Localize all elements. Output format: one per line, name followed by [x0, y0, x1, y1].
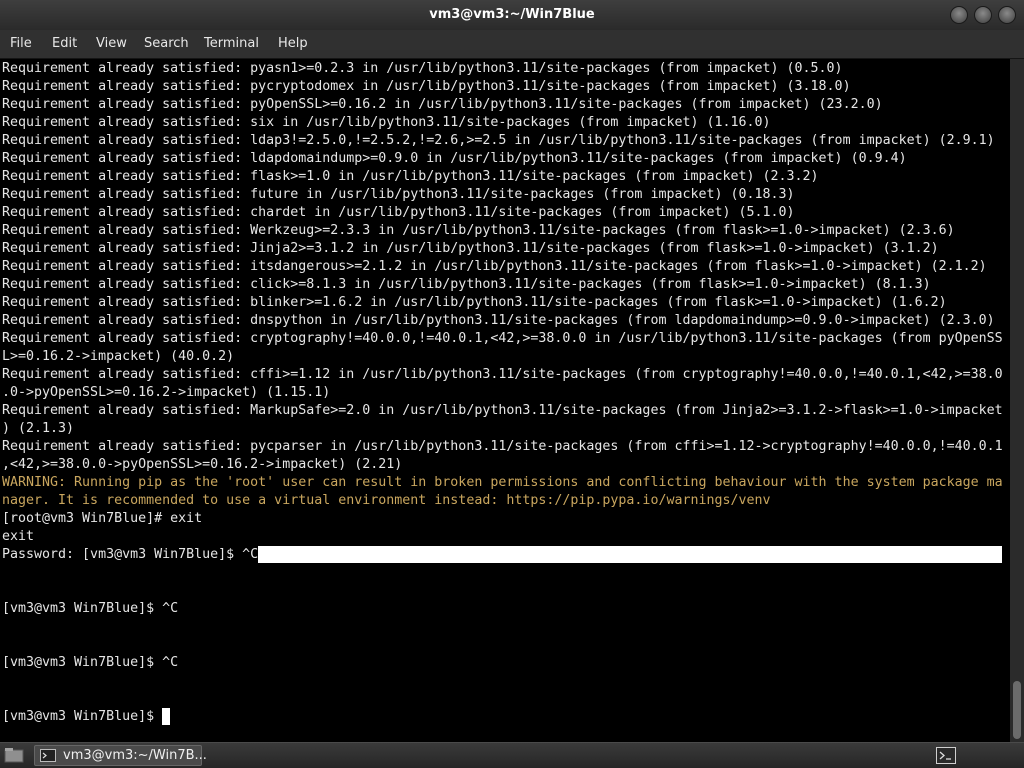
- terminal-icon: [40, 749, 56, 762]
- maximize-icon[interactable]: [974, 6, 992, 24]
- minimize-icon[interactable]: [950, 6, 968, 24]
- terminal-line: Requirement already satisfied: itsdanger…: [2, 259, 987, 274]
- terminal-line: Requirement already satisfied: ldapdomai…: [2, 151, 907, 166]
- terminal-line: Requirement already satisfied: Jinja2>=3…: [2, 241, 939, 256]
- terminal-line: Requirement already satisfied: MarkupSaf…: [2, 403, 1003, 418]
- terminal-icon[interactable]: [936, 747, 956, 764]
- terminal-line: Requirement already satisfied: six in /u…: [2, 115, 771, 130]
- terminal-output[interactable]: Requirement already satisfied: pyasn1>=0…: [0, 59, 1010, 742]
- terminal-prompt: [vm3@vm3 Win7Blue]$: [2, 709, 163, 724]
- menu-help[interactable]: Help: [278, 30, 308, 58]
- folder-icon[interactable]: [4, 747, 24, 763]
- terminal-line: Requirement already satisfied: pyOpenSSL…: [2, 97, 883, 112]
- terminal-line: [root@vm3 Win7Blue]# exit: [2, 511, 203, 526]
- terminal-line: Requirement already satisfied: pycparser…: [2, 439, 1003, 454]
- terminal-line: Requirement already satisfied: dnspython…: [2, 313, 995, 328]
- terminal-line: [vm3@vm3 Win7Blue]$ ^C: [2, 655, 179, 670]
- terminal-warning-line: WARNING: Running pip as the 'root' user …: [2, 475, 1003, 490]
- scrollbar-thumb[interactable]: [1013, 681, 1021, 739]
- terminal-scrollbar[interactable]: [1010, 59, 1024, 742]
- terminal-line: Requirement already satisfied: pycryptod…: [2, 79, 851, 94]
- terminal-line: .0->pyOpenSSL>=0.16.2->impacket) (1.15.1…: [2, 385, 331, 400]
- terminal-line: Requirement already satisfied: ldap3!=2.…: [2, 133, 995, 148]
- taskbar-window-button[interactable]: vm3@vm3:~/Win7B...: [34, 745, 207, 766]
- terminal-line: [vm3@vm3 Win7Blue]$ ^C: [2, 601, 179, 616]
- menu-file[interactable]: File: [10, 30, 32, 58]
- terminal-line-text: Password: [vm3@vm3 Win7Blue]$ ^C: [2, 547, 259, 562]
- terminal-line: Requirement already satisfied: pyasn1>=0…: [2, 61, 843, 76]
- window-title: vm3@vm3:~/Win7Blue: [429, 7, 595, 22]
- menu-edit[interactable]: Edit: [52, 30, 77, 58]
- menu-search[interactable]: Search: [144, 30, 189, 58]
- menu-view[interactable]: View: [96, 30, 127, 58]
- terminal-line: Requirement already satisfied: Werkzeug>…: [2, 223, 955, 238]
- terminal-line: ) (2.1.3): [2, 421, 75, 436]
- terminal-line: L>=0.16.2->impacket) (40.0.2): [2, 349, 235, 364]
- taskbar: vm3@vm3:~/Win7B...: [0, 742, 1024, 768]
- terminal-prompt-line[interactable]: [vm3@vm3 Win7Blue]$: [2, 708, 1008, 726]
- terminal-password-line: Password: [vm3@vm3 Win7Blue]$ ^C: [2, 546, 1008, 564]
- terminal-line: Requirement already satisfied: cffi>=1.1…: [2, 367, 1003, 382]
- terminal-line: Requirement already satisfied: click>=8.…: [2, 277, 931, 292]
- terminal-line: ,<42,>=38.0.0->pyOpenSSL>=0.16.2->impack…: [2, 457, 403, 472]
- terminal-line: exit: [2, 529, 35, 544]
- terminal-cursor: [162, 708, 171, 725]
- terminal-warning-line: nager. It is recommended to use a virtua…: [2, 493, 771, 508]
- menu-terminal[interactable]: Terminal: [204, 30, 259, 58]
- terminal-line: Requirement already satisfied: chardet i…: [2, 205, 795, 220]
- text-selection-highlight: [258, 546, 1003, 563]
- terminal-line: Requirement already satisfied: blinker>=…: [2, 295, 947, 310]
- taskbar-window-label: vm3@vm3:~/Win7B...: [63, 748, 207, 763]
- title-bar[interactable]: vm3@vm3:~/Win7Blue: [0, 0, 1024, 30]
- terminal-line: Requirement already satisfied: flask>=1.…: [2, 169, 819, 184]
- close-icon[interactable]: [998, 6, 1016, 24]
- terminal-line: Requirement already satisfied: cryptogra…: [2, 331, 1003, 346]
- terminal-lines: Requirement already satisfied: pyasn1>=0…: [2, 60, 1008, 726]
- menu-bar: File Edit View Search Terminal Help: [0, 30, 1024, 59]
- terminal-line: Requirement already satisfied: future in…: [2, 187, 795, 202]
